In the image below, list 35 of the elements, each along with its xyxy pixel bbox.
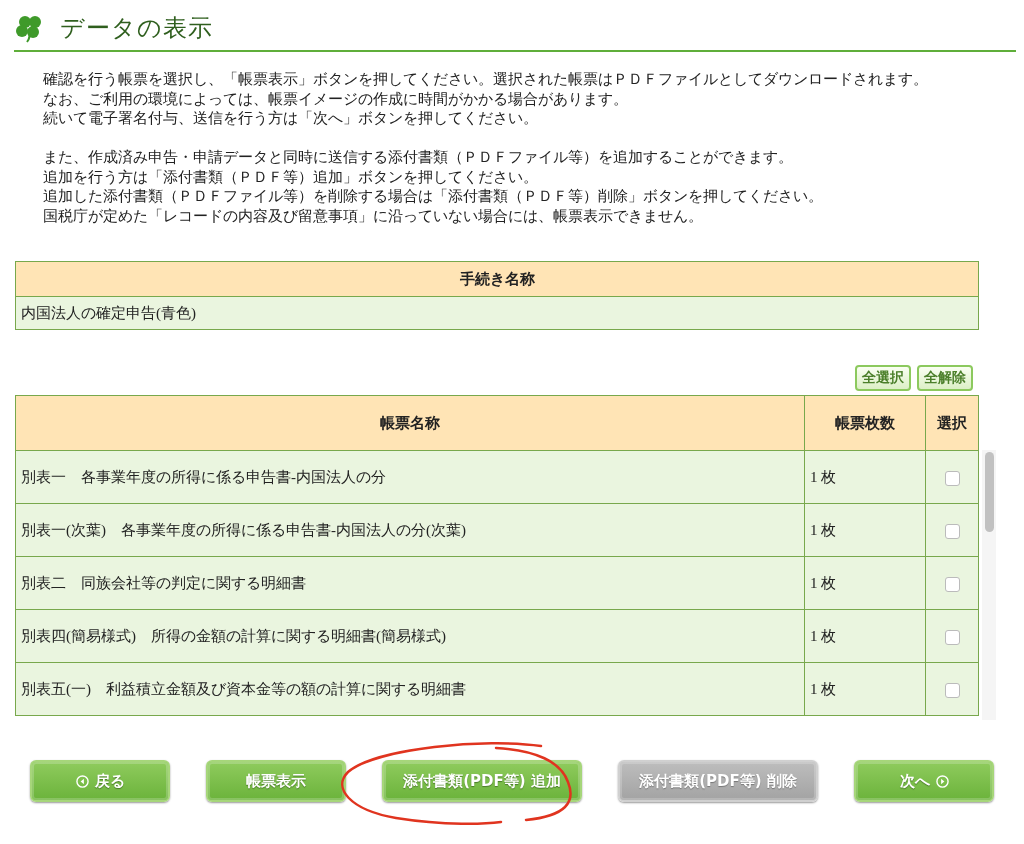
column-header: 手続き名称 bbox=[15, 261, 979, 297]
scrollbar-thumb[interactable] bbox=[985, 452, 994, 532]
select-button[interactable]: 全選択 bbox=[855, 365, 911, 391]
nav-button[interactable]: 添付書類(PDF等) 追加 bbox=[382, 760, 582, 802]
nav-button[interactable]: 帳票表示 bbox=[206, 760, 346, 802]
instruction-text: 追加を行う方は「添付書類（ＰＤＦ等）追加」ボタンを押してください。 bbox=[43, 168, 538, 185]
table-cell: 別表一 各事業年度の所得に係る申告書-内国法人の分 bbox=[15, 450, 805, 504]
table-cell: 1 枚 bbox=[804, 503, 926, 557]
instruction-text: また、作成済み申告・申請データと同時に送信する添付書類（ＰＤＦファイル等）を追加することができます。 bbox=[43, 149, 793, 165]
table-cell: 別表四(簡易様式) 所得の金額の計算に関する明細書(簡易様式) bbox=[15, 609, 805, 663]
nav-button[interactable]: 次へ bbox=[854, 760, 994, 802]
instruction-text: なお、ご利用の環境によっては、帳票イメージの作成に時間がかかる場合があります。 bbox=[43, 90, 628, 107]
column-header: 選択 bbox=[925, 395, 979, 451]
checkbox[interactable] bbox=[944, 576, 960, 592]
instruction-text: 続いて電子署名付与、送信を行う方は「次へ」ボタンを押してください。 bbox=[43, 110, 538, 126]
column-header: 帳票名称 bbox=[15, 395, 805, 451]
column-header: 帳票枚数 bbox=[804, 395, 926, 451]
table-cell: 1 枚 bbox=[804, 450, 926, 504]
instruction-text: 追加した添付書類（ＰＤＦファイル等）を削除する場合は「添付書類（ＰＤＦ等）削除」ボタンを押してください。 bbox=[43, 188, 823, 204]
table-cell: 1 枚 bbox=[804, 556, 926, 610]
instruction-text: 国税庁が定めた「レコードの内容及び留意事項」に沿っていない場合には、帳票表示できません。 bbox=[43, 207, 703, 224]
checkbox[interactable] bbox=[944, 523, 960, 539]
checkbox[interactable] bbox=[944, 629, 960, 645]
table-cell: 別表五(一) 利益積立金額及び資本金等の額の計算に関する明細書 bbox=[15, 662, 805, 716]
checkbox[interactable] bbox=[944, 470, 960, 486]
table-cell: 別表一(次葉) 各事業年度の所得に係る申告書-内国法人の分(次葉) bbox=[15, 503, 805, 557]
nav-button[interactable]: 戻る bbox=[30, 760, 170, 802]
table-cell: 内国法人の確定申告(青色) bbox=[15, 296, 979, 330]
page-title: データの表示 bbox=[60, 14, 213, 43]
select-button[interactable]: 全解除 bbox=[917, 365, 973, 391]
table-cell: 1 枚 bbox=[804, 662, 926, 716]
checkbox[interactable] bbox=[944, 682, 960, 698]
table-cell: 別表二 同族会社等の判定に関する明細書 bbox=[15, 556, 805, 610]
table-cell: 1 枚 bbox=[804, 609, 926, 663]
instruction-text: 確認を行う帳票を選択し、「帳票表示」ボタンを押してください。選択された帳票はＰＤＦファイルとしてダウンロードされます。 bbox=[43, 71, 928, 87]
